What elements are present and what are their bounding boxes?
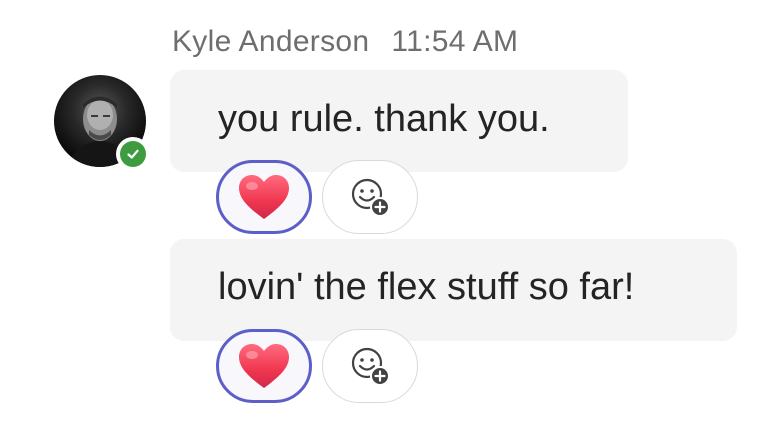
message-text: you rule. thank you. (218, 97, 550, 140)
message-text: lovin' the flex stuff so far! (218, 265, 635, 308)
reaction-bar (216, 329, 418, 403)
presence-available-icon (120, 141, 146, 167)
add-reaction-button[interactable] (322, 329, 418, 403)
message-header: Kyle Anderson 11:54 AM (172, 20, 518, 64)
heart-reaction-button[interactable] (216, 329, 312, 403)
sender-name[interactable]: Kyle Anderson (172, 25, 369, 59)
heart-icon (239, 175, 289, 219)
message-bubble[interactable]: lovin' the flex stuff so far! (170, 239, 737, 341)
chat-thread: Kyle Anderson 11:54 AM you rule. thank y… (0, 0, 782, 434)
message-bubble[interactable]: you rule. thank you. (170, 70, 628, 172)
presence-badge (116, 137, 150, 171)
heart-icon (239, 344, 289, 388)
add-reaction-button[interactable] (322, 160, 418, 234)
message-timestamp: 11:54 AM (391, 25, 519, 58)
add-reaction-icon (351, 347, 390, 386)
reaction-bar (216, 160, 418, 234)
add-reaction-icon (351, 178, 390, 217)
heart-reaction-button[interactable] (216, 160, 312, 234)
